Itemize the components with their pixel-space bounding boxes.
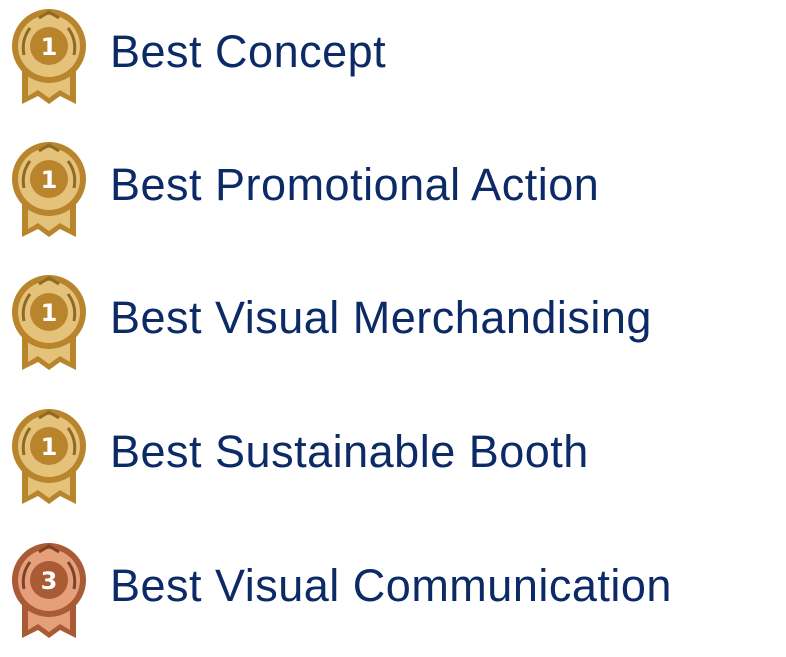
- bronze-medal-icon: 3: [4, 534, 94, 644]
- gold-medal-icon: 1: [4, 133, 94, 243]
- award-label: Best Concept: [110, 26, 387, 77]
- award-item: 1 Best Concept: [4, 0, 784, 120]
- medal-rank: 1: [41, 299, 58, 327]
- award-label: Best Promotional Action: [110, 159, 600, 210]
- gold-medal-icon: 1: [4, 400, 94, 510]
- award-item: 1 Best Visual Merchandising: [4, 266, 784, 386]
- medal-rank: 1: [41, 166, 58, 194]
- gold-medal-icon: 1: [4, 266, 94, 376]
- gold-medal-icon: 1: [4, 0, 94, 110]
- award-label: Best Visual Communication: [110, 560, 672, 611]
- award-label: Best Sustainable Booth: [110, 426, 589, 477]
- award-item: 1 Best Sustainable Booth: [4, 400, 784, 520]
- award-item: 3 Best Visual Communication: [4, 534, 784, 654]
- medal-rank: 3: [41, 567, 58, 595]
- award-label: Best Visual Merchandising: [110, 292, 652, 343]
- medal-rank: 1: [41, 33, 58, 61]
- awards-list: 1 Best Concept 1 Best Promotional Action: [0, 0, 786, 657]
- award-item: 1 Best Promotional Action: [4, 133, 784, 253]
- medal-rank: 1: [41, 433, 58, 461]
